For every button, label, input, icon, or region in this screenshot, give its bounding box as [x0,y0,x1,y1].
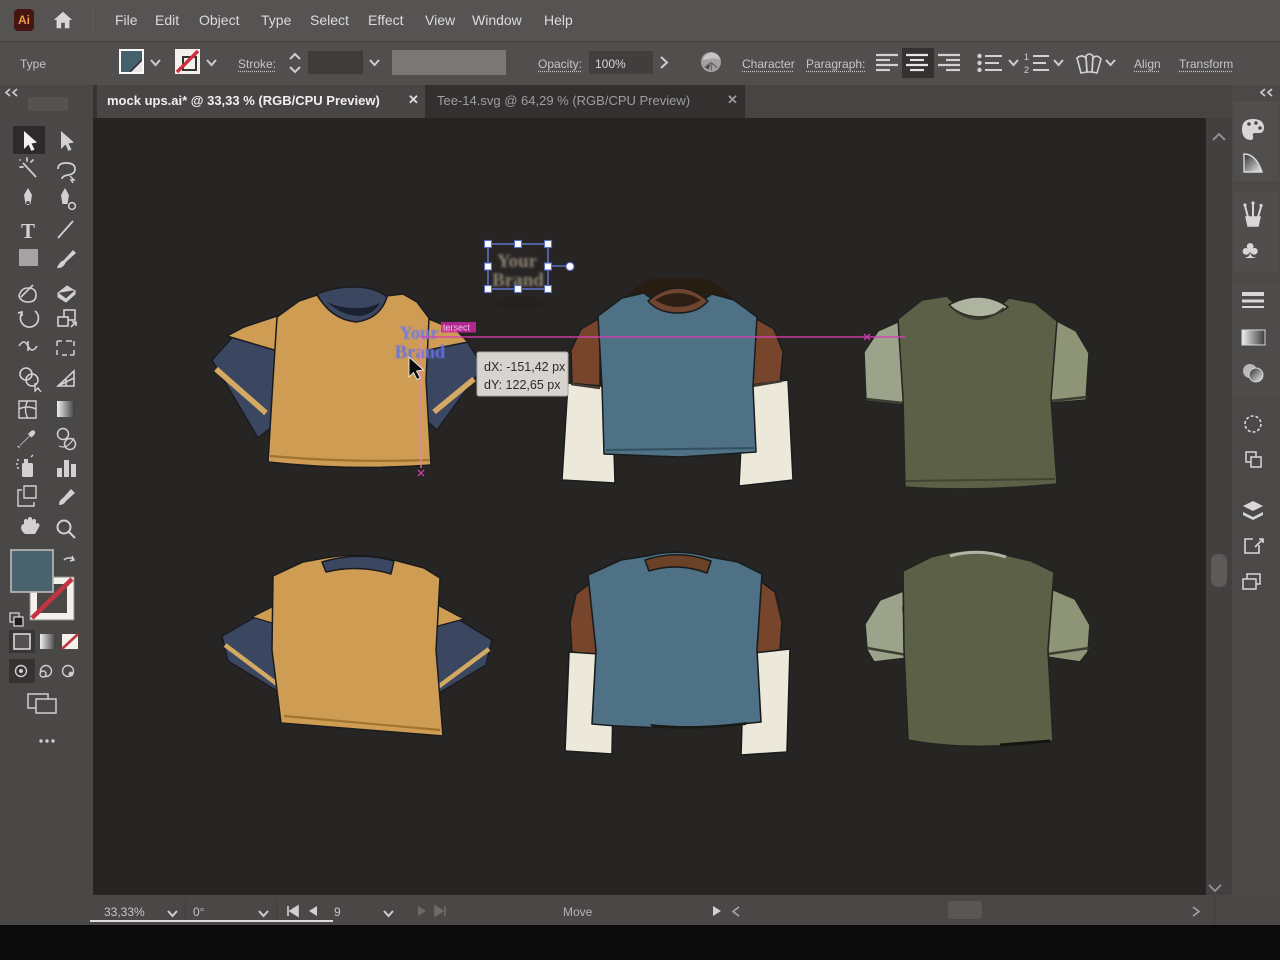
svg-text:dX: -151,42 px: dX: -151,42 px [484,360,566,374]
svg-text:Your: Your [497,251,538,272]
svg-text:Your: Your [399,324,438,344]
svg-text:1: 1 [1024,53,1029,62]
svg-text:tersect: tersect [443,323,471,333]
svg-text:T: T [21,219,35,243]
svg-text:dY: 122,65 px: dY: 122,65 px [484,378,561,392]
svg-text:2: 2 [1024,65,1029,73]
svg-text:♣: ♣ [1242,236,1258,264]
